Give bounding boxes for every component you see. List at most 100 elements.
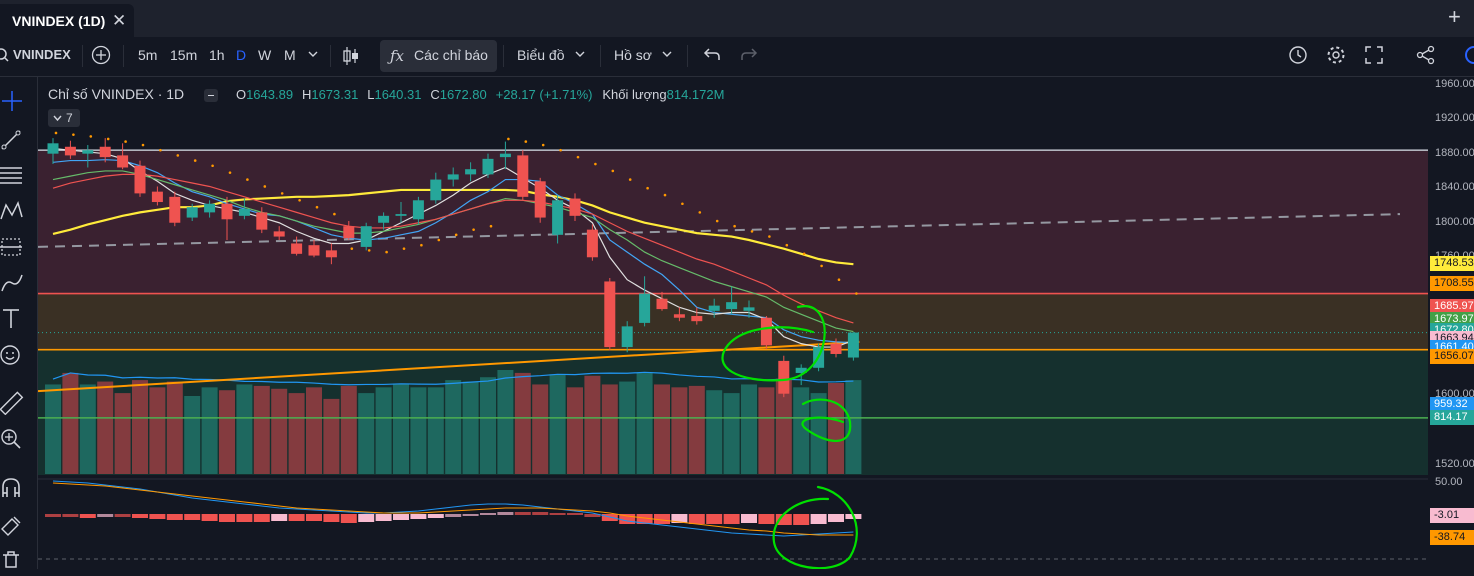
candle[interactable]	[639, 293, 651, 323]
add-tab-icon[interactable]: +	[1448, 6, 1461, 28]
trash-icon[interactable]	[0, 547, 24, 571]
chevron-down-icon[interactable]	[308, 46, 318, 62]
interval-15m[interactable]: 15m	[170, 47, 197, 63]
candle[interactable]	[238, 208, 250, 216]
candle[interactable]	[465, 169, 477, 175]
candle[interactable]	[99, 146, 111, 158]
close-label: C	[430, 87, 440, 102]
candle[interactable]	[708, 305, 720, 311]
candle[interactable]	[830, 343, 842, 354]
pattern-icon[interactable]	[0, 199, 24, 223]
candle[interactable]	[847, 332, 859, 358]
candle[interactable]	[47, 143, 59, 154]
candle[interactable]	[534, 181, 546, 218]
candle[interactable]	[552, 200, 564, 235]
candle[interactable]	[621, 326, 633, 348]
replay-clock-icon[interactable]	[1288, 45, 1308, 68]
interval-1h[interactable]: 1h	[209, 47, 225, 63]
text-tool-icon[interactable]	[0, 307, 24, 331]
interval-1d[interactable]: D	[236, 47, 246, 63]
candle[interactable]	[395, 214, 407, 216]
candle[interactable]	[412, 200, 424, 220]
search-icon[interactable]	[0, 48, 10, 67]
candle[interactable]	[691, 315, 703, 322]
zoom-in-icon[interactable]	[0, 427, 24, 451]
candle[interactable]	[186, 207, 198, 218]
indicators-button[interactable]: ƒx Các chỉ báo	[380, 40, 497, 72]
crosshair-icon[interactable]	[0, 89, 24, 113]
candle[interactable]	[64, 146, 76, 156]
candle[interactable]	[726, 302, 738, 310]
psar-dot	[855, 292, 858, 295]
candle[interactable]	[221, 203, 233, 220]
candle[interactable]	[569, 198, 581, 216]
legend-title[interactable]: Chỉ số VNINDEX · 1D	[48, 86, 184, 102]
candle[interactable]	[447, 174, 459, 180]
oscillator-value-badge: -38.74	[1430, 530, 1474, 545]
candle[interactable]	[291, 243, 303, 254]
oscillator-histogram-bar	[410, 514, 427, 519]
interval-1m[interactable]: M	[284, 47, 296, 63]
candle[interactable]	[743, 307, 755, 311]
candle[interactable]	[604, 281, 616, 348]
oscillator-histogram-bar	[445, 514, 462, 517]
oscillator-histogram-bar	[323, 514, 340, 522]
chart-tab[interactable]: VNINDEX (1D) ✕	[0, 4, 134, 37]
price-tick-label: 1520.00	[1435, 457, 1474, 470]
interval-1w[interactable]: W	[258, 47, 271, 63]
account-icon[interactable]	[1464, 46, 1474, 67]
projection-icon[interactable]	[0, 235, 24, 259]
chevron-down-icon[interactable]	[575, 46, 585, 62]
chevron-down-icon[interactable]	[662, 46, 672, 62]
candle[interactable]	[673, 314, 685, 318]
magnet-icon[interactable]	[0, 477, 24, 501]
lock-drawings-icon[interactable]	[0, 513, 24, 537]
close-icon[interactable]: ✕	[112, 11, 126, 31]
candle[interactable]	[169, 196, 181, 223]
candle[interactable]	[778, 360, 790, 394]
emoji-icon[interactable]	[0, 343, 24, 367]
candles-chart-type-icon[interactable]	[342, 46, 360, 69]
compare-symbol-icon[interactable]	[91, 45, 111, 68]
candle[interactable]	[378, 215, 390, 223]
chart-menu-button[interactable]: Biểu đồ	[517, 47, 564, 63]
psar-dot	[315, 205, 319, 209]
volume-bar	[671, 387, 688, 474]
candle[interactable]	[586, 229, 598, 258]
profile-menu-button[interactable]: Hồ sơ	[614, 47, 652, 63]
indicators-toggle-button[interactable]: 7	[48, 109, 80, 127]
candle[interactable]	[430, 179, 442, 201]
candle[interactable]	[117, 155, 129, 168]
share-icon[interactable]	[1416, 45, 1436, 68]
candle[interactable]	[151, 191, 163, 203]
interval-5m[interactable]: 5m	[138, 47, 157, 63]
high-value: 1673.31	[311, 87, 359, 102]
gear-icon[interactable]	[1326, 45, 1346, 68]
candle[interactable]	[204, 203, 216, 213]
symbol-search-button[interactable]: VNINDEX	[13, 47, 71, 62]
undo-icon[interactable]	[703, 46, 721, 65]
hide-legend-icon[interactable]	[204, 88, 219, 102]
redo-icon[interactable]	[740, 46, 758, 65]
candle[interactable]	[360, 226, 372, 247]
candle[interactable]	[134, 165, 146, 194]
candle[interactable]	[273, 231, 285, 237]
price-chart[interactable]	[38, 77, 1428, 569]
candle[interactable]	[517, 155, 529, 197]
candle[interactable]	[308, 245, 320, 256]
candle[interactable]	[656, 298, 668, 310]
fullscreen-icon[interactable]	[1365, 46, 1383, 67]
annotation-circle[interactable]	[772, 485, 858, 569]
candle[interactable]	[482, 158, 494, 175]
candle[interactable]	[499, 153, 511, 158]
brush-icon[interactable]	[0, 271, 24, 295]
psar-dot	[159, 148, 162, 152]
candle[interactable]	[82, 150, 94, 154]
candle[interactable]	[343, 226, 355, 239]
fib-retracement-icon[interactable]	[0, 163, 24, 187]
candle[interactable]	[760, 317, 772, 346]
candle[interactable]	[256, 212, 268, 230]
candle[interactable]	[325, 250, 337, 258]
ruler-icon[interactable]	[0, 391, 24, 416]
trend-line-icon[interactable]	[0, 127, 24, 151]
